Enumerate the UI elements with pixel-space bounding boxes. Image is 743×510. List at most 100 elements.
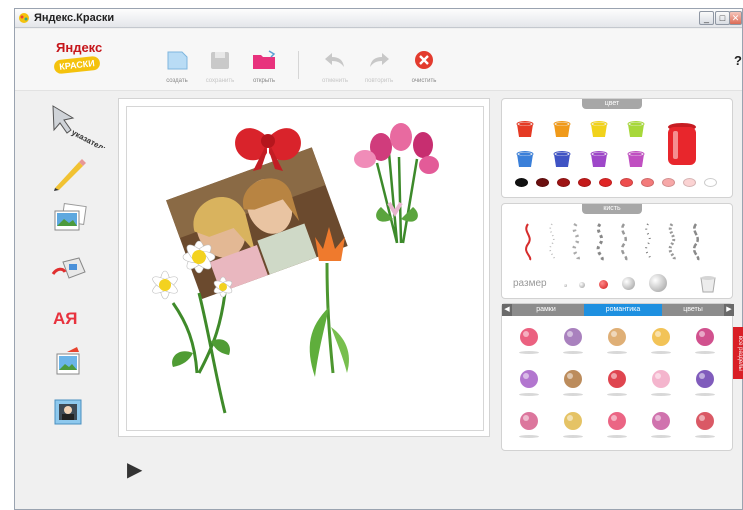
redo-button[interactable]: повторить bbox=[359, 49, 399, 84]
color-swatch-5[interactable] bbox=[599, 178, 612, 187]
color-swatch-10[interactable] bbox=[704, 178, 717, 187]
color-swatch-3[interactable] bbox=[557, 178, 570, 187]
size-xl[interactable] bbox=[649, 274, 667, 292]
save-button[interactable]: сохранить bbox=[200, 49, 240, 84]
color-panel: цвет bbox=[501, 98, 733, 198]
undo-button-label: отменить bbox=[322, 78, 348, 84]
brush-panel-title: кисть bbox=[582, 204, 642, 214]
new-button-label: создать bbox=[166, 78, 188, 84]
canvas-tulip-bouquet[interactable] bbox=[354, 123, 439, 244]
tabs-prev-arrow[interactable]: ◀ bbox=[502, 304, 512, 316]
tab-romance[interactable]: романтика bbox=[584, 304, 662, 316]
color-swatch-8[interactable] bbox=[662, 178, 675, 187]
candles-icon[interactable] bbox=[648, 326, 674, 354]
undo-button[interactable]: отменить bbox=[315, 49, 355, 84]
brush-diamonds[interactable] bbox=[668, 223, 676, 261]
maximize-button[interactable]: □ bbox=[715, 11, 730, 25]
play-button[interactable]: ▶ bbox=[127, 457, 142, 482]
save-button-label: сохранить bbox=[205, 78, 235, 84]
close-button[interactable]: ✕ bbox=[729, 11, 742, 25]
perfume-icon[interactable] bbox=[692, 368, 718, 396]
bouquet-icon[interactable] bbox=[560, 326, 586, 354]
canvas-frame bbox=[118, 98, 490, 437]
tab-flowers[interactable]: цветы bbox=[664, 304, 722, 316]
brush-solid[interactable] bbox=[525, 223, 532, 261]
color-swatch-1[interactable] bbox=[515, 178, 528, 187]
brush-list bbox=[525, 222, 700, 261]
color-panel-title: цвет bbox=[582, 99, 642, 109]
boy-icon[interactable] bbox=[604, 326, 630, 354]
brush-dots[interactable] bbox=[549, 223, 556, 261]
pencil-icon bbox=[54, 159, 86, 191]
color-swatch-2[interactable] bbox=[536, 178, 549, 187]
open-button[interactable]: открыть bbox=[244, 49, 284, 84]
new-button[interactable]: создать bbox=[157, 49, 197, 84]
size-m[interactable] bbox=[599, 280, 608, 289]
minimize-button[interactable]: _ bbox=[699, 11, 714, 25]
photos-icon bbox=[54, 202, 87, 231]
gift-icon[interactable] bbox=[648, 368, 674, 396]
eraser-bucket-icon[interactable] bbox=[696, 270, 720, 294]
brush-dashes[interactable] bbox=[620, 223, 628, 261]
paint-bucket-2[interactable] bbox=[551, 119, 573, 139]
glasses-icon[interactable] bbox=[516, 368, 542, 396]
heart-card-icon[interactable] bbox=[604, 410, 630, 438]
color-swatch-6[interactable] bbox=[620, 178, 633, 187]
title-bar: Яндекс.Краски _ □ ✕ bbox=[15, 9, 742, 28]
paint-bucket-7[interactable] bbox=[588, 149, 610, 169]
paint-bucket-3[interactable] bbox=[588, 119, 610, 139]
logo: Яндекс КРАСКИ bbox=[52, 40, 108, 80]
canvas-photo[interactable] bbox=[166, 147, 348, 300]
app-icon bbox=[19, 13, 29, 23]
brush-blobs[interactable] bbox=[572, 222, 580, 261]
tab-frames[interactable]: рамки bbox=[514, 304, 578, 316]
redo-icon bbox=[370, 53, 389, 67]
all-sections-tab[interactable]: все разделы bbox=[733, 327, 743, 379]
brush-panel: кисть размер bbox=[501, 203, 733, 299]
stickers-tabs: ◀ рамки романтика цветы ▶ bbox=[502, 304, 734, 316]
stickers-panel: ◀ рамки романтика цветы ▶ bbox=[501, 303, 734, 451]
brush-stars[interactable] bbox=[596, 223, 604, 261]
heart-bag-icon[interactable] bbox=[516, 326, 542, 354]
paint-bucket-4[interactable] bbox=[625, 119, 647, 139]
color-swatch-7[interactable] bbox=[641, 178, 654, 187]
paint-bucket-5[interactable] bbox=[514, 149, 536, 169]
text-tool[interactable]: АЯ bbox=[49, 302, 89, 336]
toolbar-separator bbox=[298, 51, 299, 79]
drawing-canvas[interactable] bbox=[126, 106, 484, 431]
pointer-tool[interactable]: указатель bbox=[49, 104, 109, 154]
selected-color-jar bbox=[668, 123, 696, 165]
color-swatch-9[interactable] bbox=[683, 178, 696, 187]
brush-sparkles[interactable] bbox=[645, 223, 652, 261]
paint-bucket-8[interactable] bbox=[625, 149, 647, 169]
lips-icon[interactable] bbox=[604, 368, 630, 396]
photo-frame-icon[interactable] bbox=[560, 410, 586, 438]
clear-icon bbox=[415, 51, 433, 69]
fill-tool[interactable] bbox=[49, 252, 89, 286]
image-tool[interactable] bbox=[49, 344, 89, 378]
scooter-icon[interactable] bbox=[648, 410, 674, 438]
couple-icon[interactable] bbox=[516, 410, 542, 438]
size-l[interactable] bbox=[622, 277, 635, 290]
paint-bucket-6[interactable] bbox=[551, 149, 573, 169]
brush-spirals[interactable] bbox=[692, 223, 700, 261]
clear-button-label: очистить bbox=[411, 78, 437, 84]
size-xs[interactable] bbox=[564, 284, 567, 287]
paint-bucket-1[interactable] bbox=[514, 119, 536, 139]
girl-icon[interactable] bbox=[692, 326, 718, 354]
size-label: размер bbox=[513, 278, 547, 289]
guitar-icon[interactable] bbox=[560, 368, 586, 396]
color-swatch-4[interactable] bbox=[578, 178, 591, 187]
paint-bucket-icon bbox=[51, 257, 86, 279]
portrait-tool[interactable] bbox=[49, 396, 89, 430]
redo-button-label: повторить bbox=[364, 78, 394, 84]
pointer-tool-label: указатель bbox=[70, 128, 109, 148]
pencil-tool[interactable] bbox=[49, 156, 89, 191]
size-s[interactable] bbox=[579, 282, 585, 288]
canvas-artwork bbox=[152, 123, 439, 414]
photos-tool[interactable] bbox=[49, 202, 89, 236]
clear-button[interactable]: очистить bbox=[404, 49, 444, 84]
tabs-next-arrow[interactable]: ▶ bbox=[724, 304, 734, 316]
wine-glasses-icon[interactable] bbox=[692, 410, 718, 438]
help-button[interactable]: ? bbox=[734, 53, 742, 68]
